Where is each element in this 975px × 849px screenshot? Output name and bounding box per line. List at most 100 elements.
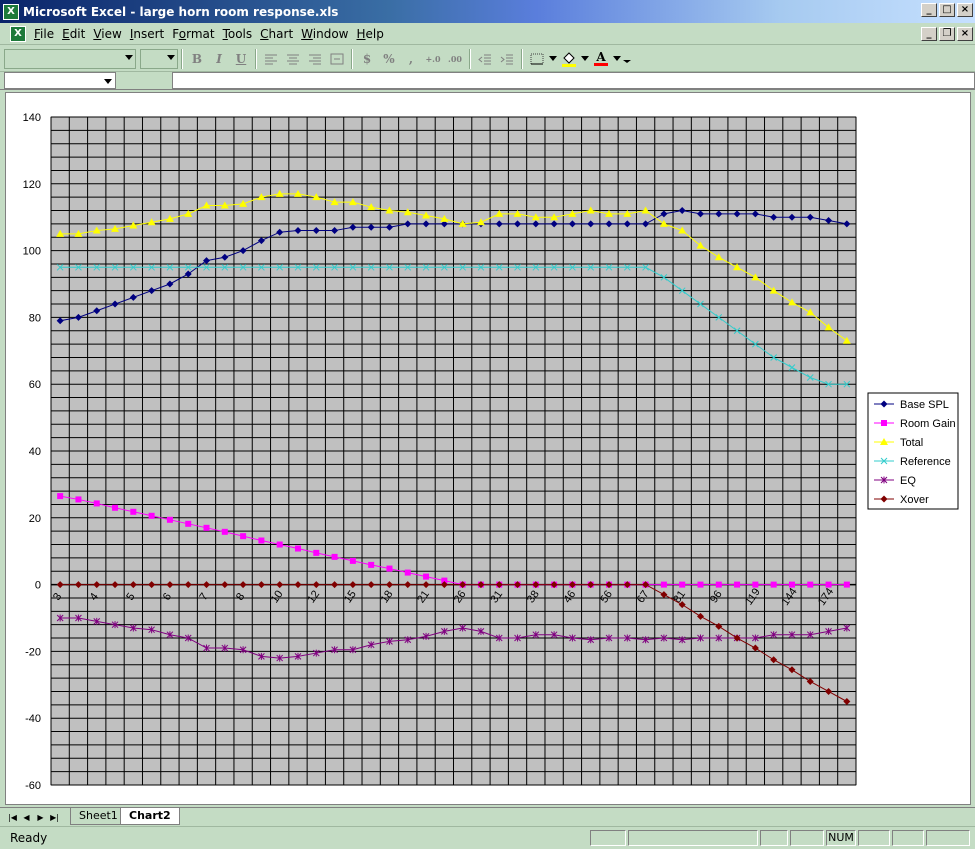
workbook-icon[interactable]: X [10, 25, 26, 42]
doc-restore-icon[interactable]: ❐ [939, 27, 955, 41]
data-point [660, 581, 667, 588]
y-tick-label: 60 [29, 379, 41, 391]
next-sheet-icon[interactable]: ▶ [34, 811, 47, 824]
decrease-indent-icon [478, 54, 491, 64]
num-lock-indicator: NUM [826, 830, 856, 846]
toolbar-options-icon [623, 59, 631, 63]
data-point [770, 581, 777, 588]
font-size-combo[interactable] [140, 48, 178, 69]
align-center-button[interactable] [282, 49, 304, 69]
tab-sheet1[interactable]: Sheet1 [70, 808, 127, 825]
chevron-down-icon [549, 55, 557, 61]
name-box[interactable] [4, 72, 116, 89]
font-name-combo[interactable] [4, 48, 136, 69]
y-tick-label: 80 [29, 312, 41, 324]
chart-sheet[interactable]: 140 120 100 80 60 40 20 0 -20 -40 -60 3 4 5 6 7 8 10 12 15 1… [5, 92, 971, 805]
status-cell [858, 830, 890, 846]
borders-button[interactable] [526, 49, 548, 69]
chart-legend[interactable]: Base SPL Room Gain Total Reference EQ Xover [867, 392, 959, 510]
chevron-down-icon[interactable] [167, 54, 175, 60]
legend-entry: EQ [900, 475, 916, 487]
y-tick-label: 120 [23, 179, 41, 191]
increase-indent-icon [500, 54, 513, 64]
status-cell [628, 830, 758, 846]
maximize-icon[interactable]: □ [939, 3, 955, 17]
data-point [881, 420, 887, 426]
font-color-button[interactable]: A [590, 49, 612, 69]
italic-button[interactable]: I [208, 49, 230, 69]
doc-close-icon[interactable]: × [957, 27, 973, 41]
window-controls: _ □ × [921, 3, 973, 17]
formula-input[interactable] [172, 72, 975, 89]
menu-format[interactable]: Format [168, 27, 218, 41]
borders-icon [530, 53, 544, 64]
menu-edit[interactable]: Edit [58, 27, 89, 41]
window-title-bar[interactable]: X Microsoft Excel - large horn room resp… [0, 0, 975, 23]
currency-button[interactable]: $ [356, 49, 378, 69]
increase-decimal-button[interactable]: +.0 [422, 49, 444, 69]
data-point [185, 520, 192, 527]
align-left-icon [265, 54, 277, 64]
data-point [221, 528, 228, 535]
toolbar-separator [469, 48, 471, 69]
decrease-decimal-button[interactable]: .00 [444, 49, 466, 69]
y-tick-label: 0 [35, 580, 41, 592]
fill-color-button[interactable] [558, 49, 580, 69]
menu-help[interactable]: Help [352, 27, 387, 41]
y-tick-label: -60 [25, 780, 41, 792]
increase-indent-button[interactable] [496, 49, 518, 69]
menu-insert[interactable]: Insert [126, 27, 168, 41]
prev-sheet-icon[interactable]: ◀ [20, 811, 33, 824]
doc-minimize-icon[interactable]: _ [921, 27, 937, 41]
toolbar-separator [181, 48, 183, 69]
tab-chart2[interactable]: Chart2 [120, 808, 180, 825]
underline-button[interactable]: U [230, 49, 252, 69]
minimize-icon[interactable]: _ [921, 3, 937, 17]
chevron-down-icon[interactable] [104, 79, 112, 84]
data-point [715, 581, 722, 588]
align-right-icon [309, 54, 321, 64]
toolbar-options[interactable] [622, 49, 632, 69]
y-tick-label: -20 [25, 646, 41, 658]
menu-view[interactable]: View [89, 27, 125, 41]
y-tick-label: 40 [29, 446, 41, 458]
font-color-dropdown[interactable] [612, 49, 622, 69]
toolbar-separator [255, 48, 257, 69]
comma-button[interactable]: , [400, 49, 422, 69]
align-left-button[interactable] [260, 49, 282, 69]
chevron-down-icon [613, 55, 621, 61]
data-point [112, 504, 119, 511]
merge-center-button[interactable] [326, 49, 348, 69]
merge-center-icon [330, 53, 344, 64]
paint-bucket-icon [562, 51, 576, 67]
data-point [807, 581, 814, 588]
data-point [276, 541, 283, 548]
menu-file[interactable]: File [30, 27, 58, 41]
data-point [368, 561, 375, 568]
first-sheet-icon[interactable]: |◀ [6, 811, 19, 824]
data-point [294, 545, 301, 552]
toolbar-separator [351, 48, 353, 69]
menu-chart[interactable]: Chart [256, 27, 297, 41]
last-sheet-icon[interactable]: ▶| [48, 811, 61, 824]
line-chart[interactable]: 140120100806040200-20-40-603 4 5 6 7 8 10 12 15 1… [6, 93, 970, 804]
decrease-indent-button[interactable] [474, 49, 496, 69]
close-icon[interactable]: × [957, 3, 973, 17]
menu-bar: X File Edit View Insert Format Tools Chart Wind… [0, 23, 975, 45]
borders-dropdown[interactable] [548, 49, 558, 69]
align-right-button[interactable] [304, 49, 326, 69]
data-point [75, 496, 82, 503]
font-color-letter: A [596, 49, 606, 64]
excel-app-icon[interactable]: X [3, 3, 19, 20]
data-point [788, 581, 795, 588]
menu-window[interactable]: Window [297, 27, 352, 41]
menu-tools[interactable]: Tools [219, 27, 257, 41]
chevron-down-icon [581, 55, 589, 61]
bold-button[interactable]: B [186, 49, 208, 69]
data-point [404, 569, 411, 576]
chevron-down-icon[interactable] [125, 54, 133, 60]
menu-items: File Edit View Insert Format Tools Chart Window… [30, 27, 388, 41]
percent-button[interactable]: % [378, 49, 400, 69]
status-cell [760, 830, 788, 846]
fill-color-dropdown[interactable] [580, 49, 590, 69]
